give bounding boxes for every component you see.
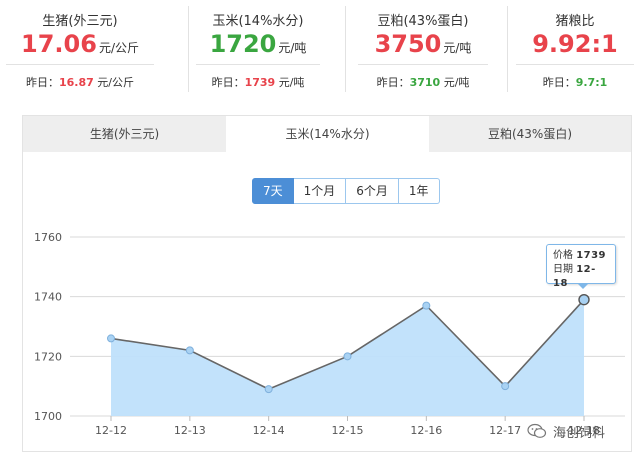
y-tick-label: 1760 [34,231,62,244]
tooltip-price-label: 价格 [553,250,573,261]
data-point [422,301,431,310]
tooltip-date-label: 日期 [553,264,573,275]
data-point [185,346,194,355]
x-tick-label: 12-17 [489,424,521,437]
tooltip-price-row: 价格 1739 [553,249,609,263]
data-point [343,352,352,361]
y-tick-label: 1740 [34,291,62,304]
x-tick-label: 12-14 [253,424,285,437]
data-point [264,385,273,394]
x-tick-label: 12-15 [332,424,364,437]
highlighted-data-point [578,293,590,306]
tooltip-price-value: 1739 [576,250,607,261]
watermark-text: 海创饲料 [553,425,606,441]
y-tick-label: 1720 [34,350,62,363]
data-point [501,382,510,391]
price-area-chart: 1700 1720 1740 1760 12-12 12-13 12-14 12-15 12-1… [34,231,625,437]
x-tick-label: 12-13 [174,424,206,437]
tooltip-arrow [577,283,589,289]
wechat-icon [527,423,547,438]
data-point [107,334,115,343]
chart-tooltip: 价格 1739 日期 12-18 [546,244,616,289]
watermark: 海创饲料 [527,420,605,442]
y-tick-label: 1700 [34,410,62,423]
x-tick-label: 12-16 [410,424,442,437]
x-tick-label: 12-12 [95,424,127,437]
